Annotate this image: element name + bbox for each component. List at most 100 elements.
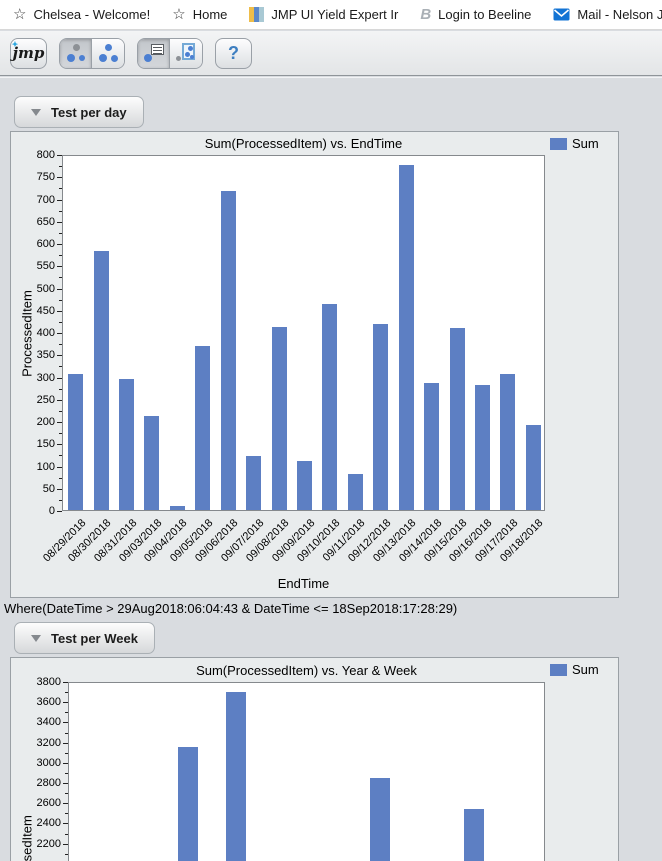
bar-09/03/2018[interactable] [144,416,159,510]
bar-09/08/2018[interactable] [272,327,287,510]
y-tick-mark [65,854,68,855]
y-tick-label: 3000 [36,757,61,769]
bar-09/12/2018[interactable] [373,324,388,510]
y-tick-mark [59,433,62,434]
y-tick-mark [59,300,62,301]
chart1-plot [62,155,545,511]
chart-panel-week: Sum(ProcessedItem) vs. Year & Week Sum P… [10,657,619,861]
y-tick-mark [63,722,68,723]
help-button[interactable]: ? [215,37,252,69]
view-mode-button-group [59,37,125,69]
y-tick-mark [57,222,62,223]
bar-09/18/2018[interactable] [526,425,541,510]
bar-08/29/2018[interactable] [68,374,83,510]
jmp-favicon-icon [249,7,265,22]
y-tick-mark [57,266,62,267]
y-tick-mark [57,378,62,379]
y-tick-label: 2600 [36,797,61,809]
y-tick-label: 800 [36,149,55,161]
y-tick-mark [57,422,62,423]
chart2-legend: Sum [550,662,599,677]
y-tick-mark [57,444,62,445]
chart1-legend: Sum [550,136,599,151]
y-tick-mark [57,177,62,178]
mail-envelope-icon [553,8,570,21]
y-tick-mark [59,455,62,456]
bar-09/15/2018[interactable] [450,328,465,510]
test-per-day-disclosure-button[interactable]: Test per day [14,96,144,128]
bar-09/11/2018[interactable] [348,474,363,510]
toolbar: jmp [0,31,662,76]
week-bar-0[interactable] [178,747,198,861]
scatter-gray-blue-icon [65,42,87,64]
y-tick-label: 0 [48,505,55,517]
bookmark-item-3[interactable]: B Login to Beeline [409,2,542,28]
y-tick-label: 150 [36,438,55,450]
bar-09/09/2018[interactable] [297,461,312,510]
chart1-x-axis-label: EndTime [277,576,330,591]
y-tick-mark [65,813,68,814]
week-bar-1[interactable] [226,692,246,861]
y-tick-mark [57,355,62,356]
y-tick-mark [63,823,68,824]
bar-08/30/2018[interactable] [94,251,109,510]
week-bar-3[interactable] [464,809,484,861]
y-tick-mark [59,344,62,345]
y-tick-label: 500 [36,283,55,295]
bookmark-item-2[interactable]: JMP UI Yield Expert Ir [238,2,409,28]
bookmark-item-1[interactable]: ☆ Home [161,2,238,28]
scatter-blue-icon [97,42,119,64]
bar-08/31/2018[interactable] [119,379,134,510]
bookmark-item-4[interactable]: Mail - Nelson James- [542,2,662,28]
bookmarks-bar: ☆ Chelsea - Welcome! ☆ Home JMP UI Yield Exp… [0,0,662,30]
y-tick-label: 3200 [36,737,61,749]
week-bar-2[interactable] [370,778,390,861]
bar-09/10/2018[interactable] [322,304,337,510]
legend-swatch [550,137,567,150]
y-tick-mark [57,400,62,401]
scatter-blue-view-button[interactable] [92,38,124,68]
bar-09/07/2018[interactable] [246,456,261,510]
help-icon: ? [228,43,239,63]
y-tick-label: 750 [36,171,55,183]
y-tick-label: 200 [36,416,55,428]
bar-09/06/2018[interactable] [221,191,236,510]
y-tick-mark [59,389,62,390]
y-tick-label: 700 [36,194,55,206]
y-tick-label: 2400 [36,817,61,829]
test-per-day-label: Test per day [51,104,127,120]
y-tick-mark [57,511,62,512]
tooltip-label-button[interactable] [138,38,170,68]
tooltip-label-icon [143,42,165,64]
bar-09/05/2018[interactable] [195,346,210,510]
scatter-view-button[interactable] [60,38,92,68]
y-tick-mark [57,289,62,290]
chevron-down-icon [31,634,41,642]
y-tick-mark [65,793,68,794]
bar-09/16/2018[interactable] [475,385,490,510]
bookmark-item-0[interactable]: ☆ Chelsea - Welcome! [2,2,161,28]
y-tick-mark [63,682,68,683]
y-tick-label: 300 [36,372,55,384]
y-tick-mark [57,489,62,490]
selection-rect-button[interactable] [170,38,202,68]
bar-09/14/2018[interactable] [424,383,439,510]
y-tick-mark [57,333,62,334]
legend-label: Sum [572,136,599,151]
bookmark-label: JMP UI Yield Expert Ir [271,7,399,22]
chevron-down-icon [31,108,41,116]
bar-09/04/2018[interactable] [170,506,185,510]
y-tick-mark [57,311,62,312]
test-per-week-disclosure-button[interactable]: Test per Week [14,622,155,654]
where-filter-text: Where(DateTime > 29Aug2018:06:04:43 & Da… [4,601,458,616]
bar-09/13/2018[interactable] [399,165,414,510]
y-tick-mark [65,834,68,835]
bar-09/17/2018[interactable] [500,374,515,510]
jmp-home-button[interactable]: jmp [10,37,47,69]
bookmark-label: Chelsea - Welcome! [33,7,151,22]
y-tick-mark [65,712,68,713]
y-tick-label: 600 [36,238,55,250]
y-tick-mark [57,155,62,156]
y-tick-label: 350 [36,349,55,361]
legend-label: Sum [572,662,599,677]
